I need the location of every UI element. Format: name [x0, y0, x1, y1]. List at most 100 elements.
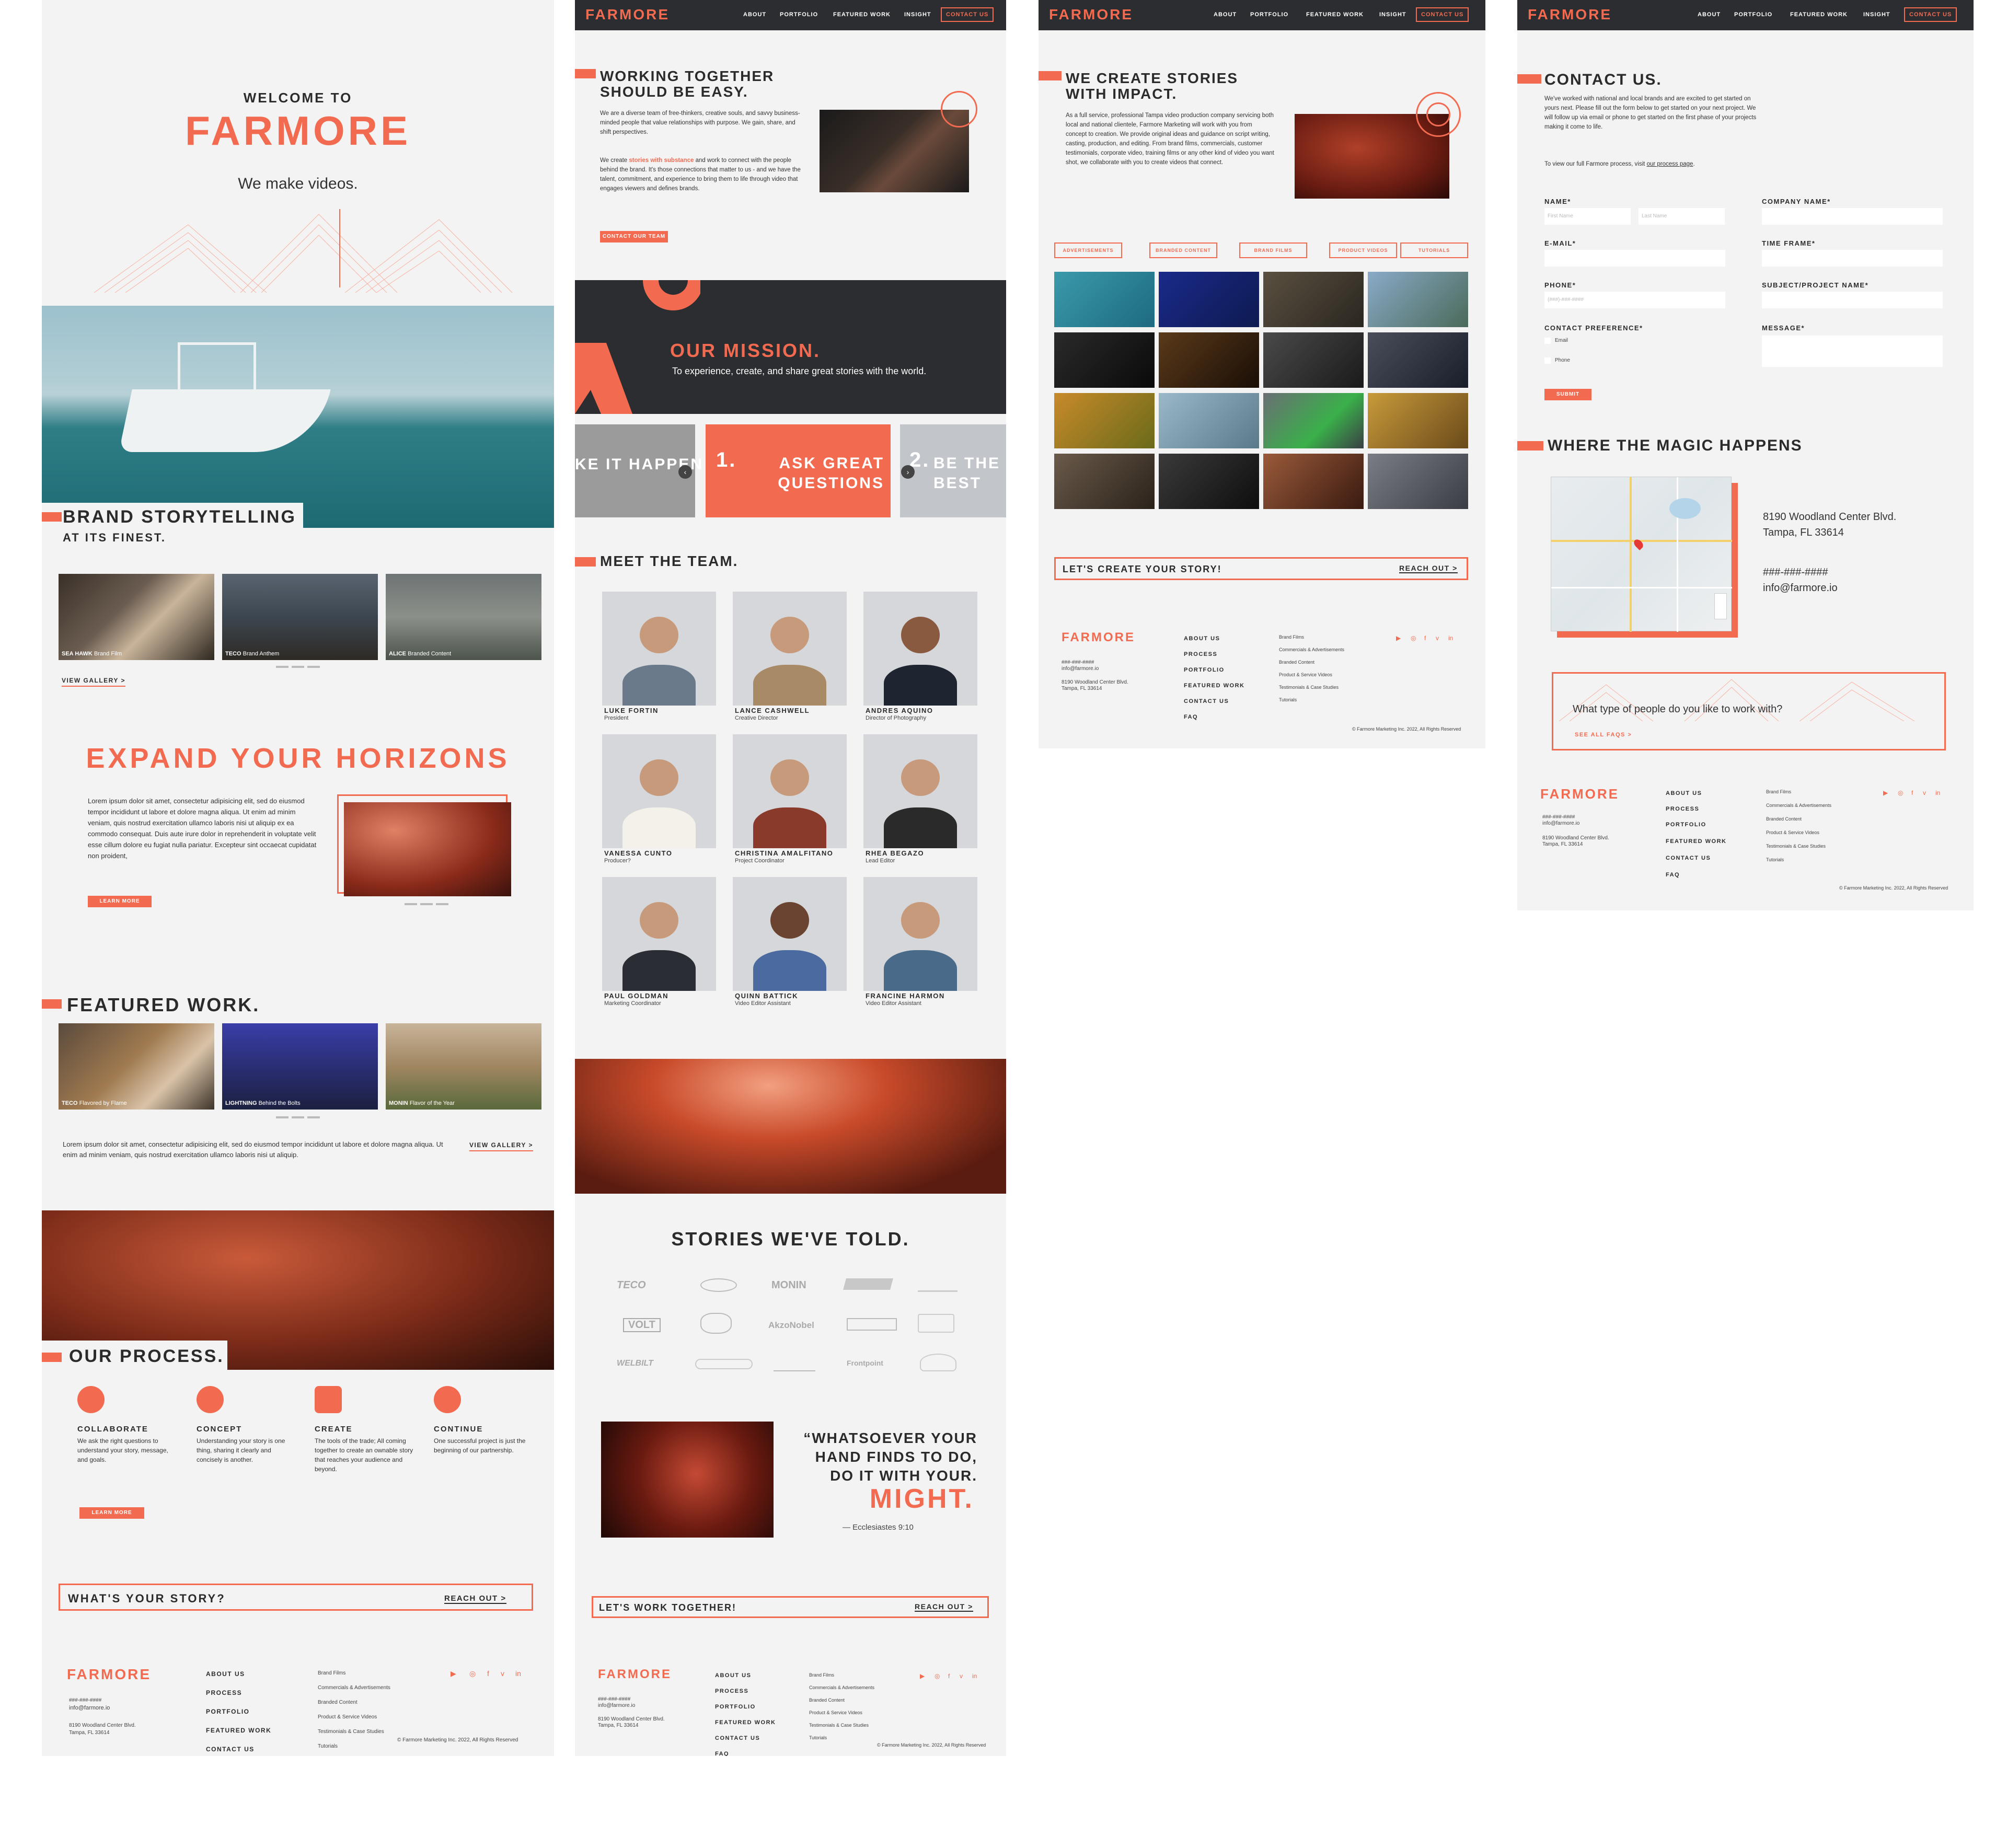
- footer-link[interactable]: CONTACT US: [715, 1735, 760, 1741]
- contact-team-button[interactable]: CONTACT OUR TEAM: [600, 231, 668, 242]
- filter-tag-advertisements[interactable]: ADVERTISEMENTS: [1054, 242, 1122, 258]
- featured-thumb-teco[interactable]: TECO Flavored by Flame: [59, 1023, 214, 1110]
- carousel-dots[interactable]: [405, 903, 448, 905]
- reach-out-link[interactable]: REACH OUT >: [444, 1594, 506, 1604]
- footer-service[interactable]: Commercials & Advertisements: [1766, 803, 1831, 808]
- footer-link[interactable]: CONTACT US: [1666, 855, 1711, 861]
- footer-link[interactable]: ABOUT US: [1666, 790, 1702, 796]
- first-name-input[interactable]: First Name: [1544, 208, 1631, 225]
- vimeo-icon[interactable]: v: [960, 1672, 963, 1680]
- map[interactable]: [1551, 477, 1732, 632]
- footer-service[interactable]: Brand Films: [809, 1672, 834, 1678]
- footer-service[interactable]: Brand Films: [1279, 634, 1304, 640]
- video-thumb[interactable]: [1263, 393, 1364, 448]
- linkedin-icon[interactable]: in: [1448, 634, 1453, 642]
- reach-out-link[interactable]: REACH OUT >: [915, 1602, 973, 1612]
- linkedin-icon[interactable]: in: [515, 1669, 521, 1678]
- footer-service[interactable]: Tutorials: [318, 1743, 338, 1749]
- footer-service[interactable]: Product & Service Videos: [318, 1714, 377, 1720]
- footer-service[interactable]: Commercials & Advertisements: [809, 1685, 874, 1690]
- instagram-icon[interactable]: ◎: [469, 1669, 476, 1678]
- footer-link[interactable]: PROCESS: [1184, 651, 1217, 657]
- video-thumb[interactable]: [1054, 272, 1155, 327]
- footer-link[interactable]: PROCESS: [206, 1689, 242, 1696]
- featured-thumb-lightning[interactable]: LIGHTNING Behind the Bolts: [222, 1023, 378, 1110]
- nav-portfolio[interactable]: PORTFOLIO: [1734, 11, 1772, 18]
- video-thumb[interactable]: [1159, 272, 1259, 327]
- time-frame-input[interactable]: [1762, 250, 1943, 267]
- nav-insight[interactable]: INSIGHT: [904, 11, 931, 18]
- footer-service[interactable]: Commercials & Advertisements: [318, 1685, 390, 1691]
- video-thumb[interactable]: [1263, 272, 1364, 327]
- nav-contact-button[interactable]: CONTACT US: [1416, 7, 1469, 22]
- facebook-icon[interactable]: f: [1424, 634, 1426, 642]
- nav-about[interactable]: ABOUT: [1214, 11, 1237, 18]
- video-thumb[interactable]: [1368, 272, 1468, 327]
- footer-service[interactable]: Branded Content: [1766, 816, 1802, 822]
- video-thumb[interactable]: [1368, 393, 1468, 448]
- footer-logo[interactable]: FARMORE: [1062, 630, 1135, 645]
- nav-featured[interactable]: FEATURED WORK: [833, 11, 891, 18]
- facebook-icon[interactable]: f: [1911, 789, 1913, 796]
- nav-insight[interactable]: INSIGHT: [1379, 11, 1406, 18]
- footer-logo[interactable]: FARMORE: [1540, 786, 1619, 802]
- film-thumb-alice[interactable]: ALICE Branded Content: [386, 574, 541, 660]
- view-gallery-link[interactable]: VIEW GALLERY >: [62, 677, 126, 687]
- vimeo-icon[interactable]: v: [1923, 789, 1926, 796]
- nav-featured[interactable]: FEATURED WORK: [1306, 11, 1364, 18]
- contact-email[interactable]: info@farmore.io: [1763, 582, 1838, 594]
- process-page-link[interactable]: our process page: [1647, 161, 1693, 167]
- video-thumb[interactable]: [1054, 393, 1155, 448]
- footer-service[interactable]: Commercials & Advertisements: [1279, 647, 1344, 652]
- view-gallery-link[interactable]: VIEW GALLERY >: [469, 1141, 534, 1151]
- footer-link[interactable]: FEATURED WORK: [1184, 683, 1244, 689]
- nav-portfolio[interactable]: PORTFOLIO: [780, 11, 818, 18]
- footer-link[interactable]: PORTFOLIO: [715, 1704, 756, 1710]
- nav-contact-button[interactable]: CONTACT US: [1904, 7, 1957, 22]
- filter-tag-brand-films[interactable]: BRAND FILMS: [1239, 242, 1307, 258]
- footer-service[interactable]: Tutorials: [1766, 857, 1784, 862]
- carousel-dots[interactable]: [276, 1116, 320, 1118]
- filter-tag-product-videos[interactable]: PRODUCT VIDEOS: [1329, 242, 1397, 258]
- video-thumb[interactable]: [1368, 332, 1468, 388]
- nav-insight[interactable]: INSIGHT: [1863, 11, 1890, 18]
- reach-out-link[interactable]: REACH OUT >: [1399, 564, 1458, 573]
- nav-logo[interactable]: FARMORE: [585, 6, 670, 23]
- facebook-icon[interactable]: f: [948, 1672, 950, 1680]
- phone-checkbox[interactable]: [1544, 357, 1551, 364]
- footer-service[interactable]: Testimonials & Case Studies: [809, 1723, 869, 1728]
- linkedin-icon[interactable]: in: [1935, 789, 1940, 796]
- email-checkbox[interactable]: [1544, 338, 1551, 344]
- carousel-dots[interactable]: [276, 666, 320, 668]
- nav-logo[interactable]: FARMORE: [1528, 6, 1612, 23]
- footer-service[interactable]: Product & Service Videos: [1766, 830, 1819, 835]
- footer-service[interactable]: Testimonials & Case Studies: [318, 1729, 384, 1735]
- nav-featured[interactable]: FEATURED WORK: [1790, 11, 1848, 18]
- filter-tag-tutorials[interactable]: TUTORIALS: [1400, 242, 1468, 258]
- subject-input[interactable]: [1762, 292, 1943, 308]
- footer-link[interactable]: ABOUT US: [715, 1672, 751, 1679]
- footer-link[interactable]: PORTFOLIO: [1184, 667, 1225, 673]
- footer-logo[interactable]: FARMORE: [598, 1667, 672, 1682]
- instagram-icon[interactable]: ◎: [935, 1672, 940, 1680]
- submit-button[interactable]: SUBMIT: [1544, 389, 1591, 400]
- phone-input[interactable]: (###)-###-####: [1544, 292, 1725, 308]
- featured-thumb-monin[interactable]: MONIN Flavor of the Year: [386, 1023, 541, 1110]
- film-thumb-teco[interactable]: TECO Brand Anthem: [222, 574, 378, 660]
- email-input[interactable]: [1544, 250, 1725, 267]
- youtube-icon[interactable]: ▶: [451, 1669, 456, 1678]
- footer-logo[interactable]: FARMORE: [67, 1666, 151, 1683]
- nav-logo[interactable]: FARMORE: [1049, 6, 1133, 23]
- footer-link[interactable]: CONTACT US: [1184, 698, 1229, 704]
- substance-link[interactable]: stories with substance: [629, 157, 694, 164]
- video-thumb[interactable]: [1159, 454, 1259, 509]
- footer-link[interactable]: ABOUT US: [206, 1670, 245, 1678]
- linkedin-icon[interactable]: in: [972, 1672, 977, 1680]
- map-zoom-control[interactable]: [1714, 593, 1727, 619]
- vimeo-icon[interactable]: v: [1436, 634, 1439, 642]
- video-thumb[interactable]: [1263, 454, 1364, 509]
- footer-link[interactable]: PROCESS: [715, 1688, 748, 1694]
- footer-service[interactable]: Branded Content: [318, 1700, 357, 1705]
- footer-service[interactable]: Brand Films: [1766, 789, 1791, 794]
- company-input[interactable]: [1762, 208, 1943, 225]
